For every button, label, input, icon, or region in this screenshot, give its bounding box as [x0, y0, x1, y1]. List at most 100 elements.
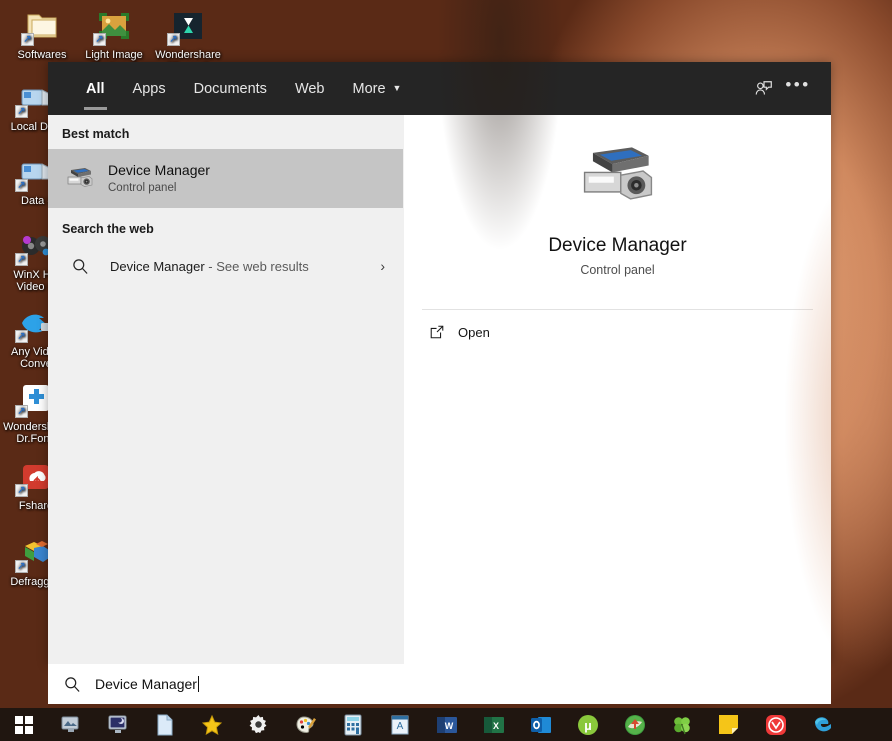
windows-icon — [12, 713, 36, 737]
feedback-icon[interactable] — [747, 72, 781, 106]
search-web-heading: Search the web — [48, 208, 403, 244]
search-icon — [62, 258, 98, 275]
clover-icon — [670, 713, 694, 737]
app-vivaldi[interactable] — [752, 708, 799, 741]
tab-label: Web — [295, 81, 325, 97]
app-photo-viewer[interactable] — [47, 708, 94, 741]
windows-search-flyout: All Apps Documents Web More ▼ ••• Best match — [48, 62, 831, 664]
search-input[interactable]: Device Manager — [48, 664, 831, 704]
shortcut-overlay-icon: ↗ — [15, 330, 28, 343]
shortcut-overlay-icon: ↗ — [15, 405, 28, 418]
idm-icon — [623, 713, 647, 737]
search-results-pane: Best match — [48, 115, 403, 664]
device-manager-icon — [62, 165, 98, 193]
app-utorrent[interactable]: µ — [564, 708, 611, 741]
tab-all[interactable]: All — [72, 65, 119, 112]
vivaldi-icon — [764, 713, 788, 737]
folder-icon: ↗ — [20, 6, 64, 46]
chevron-right-icon[interactable]: › — [380, 258, 389, 274]
tab-apps[interactable]: Apps — [119, 65, 180, 112]
app-settings[interactable] — [235, 708, 282, 741]
gear-icon — [247, 713, 271, 737]
tab-label: More — [353, 81, 386, 97]
result-text-block: Device Manager Control panel — [108, 162, 210, 196]
result-title: Device Manager — [108, 162, 210, 179]
start-button[interactable] — [0, 708, 47, 741]
shortcut-overlay-icon: ↗ — [15, 560, 28, 573]
text-cursor — [198, 676, 199, 692]
result-subtitle: Control panel — [108, 181, 210, 196]
svg-text:µ: µ — [584, 718, 592, 733]
app-notepad[interactable] — [141, 708, 188, 741]
svg-text:X: X — [492, 721, 498, 731]
document-icon — [153, 713, 177, 737]
word-icon: W — [435, 713, 459, 737]
shortcut-overlay-icon: ↗ — [15, 484, 28, 497]
preview-action-open[interactable]: Open — [404, 310, 831, 340]
preview-content: Device Manager Control panel — [404, 115, 831, 277]
web-result-row[interactable]: Device Manager - See web results › — [48, 244, 403, 288]
web-result-suffix: - See web results — [205, 259, 309, 274]
app-paint[interactable] — [282, 708, 329, 741]
preview-action-label: Open — [458, 325, 490, 340]
shortcut-overlay-icon: ↗ — [93, 33, 106, 46]
app-star-tool[interactable] — [188, 708, 235, 741]
sticky-icon — [717, 713, 741, 737]
tab-more[interactable]: More ▼ — [339, 65, 416, 112]
app-calculator[interactable] — [329, 708, 376, 741]
tab-label: Apps — [133, 81, 166, 97]
paint-icon — [294, 713, 318, 737]
svg-text:A: A — [396, 721, 403, 732]
app-clover[interactable] — [658, 708, 705, 741]
star-icon — [200, 713, 224, 737]
tab-documents[interactable]: Documents — [180, 65, 281, 112]
search-filter-tabbar: All Apps Documents Web More ▼ ••• — [48, 62, 831, 115]
best-match-heading: Best match — [48, 115, 403, 149]
taskbar: A W Xµ — [0, 708, 892, 741]
calculator-icon — [341, 713, 365, 737]
desktop-icon-softwares[interactable]: ↗ Softwares — [6, 6, 78, 61]
shortcut-overlay-icon: ↗ — [167, 33, 180, 46]
web-result-label: Device Manager - See web results — [110, 259, 380, 274]
preview-title: Device Manager — [404, 235, 831, 257]
shortcut-overlay-icon: ↗ — [15, 179, 28, 192]
shortcut-overlay-icon: ↗ — [15, 253, 28, 266]
preview-device-manager-icon — [574, 139, 662, 217]
filmora-icon: ↗ — [166, 6, 210, 46]
app-sticky-notes[interactable] — [705, 708, 752, 741]
web-result-query: Device Manager — [110, 259, 205, 274]
excel-icon: X — [482, 713, 506, 737]
monitor-b-icon — [106, 713, 130, 737]
app-word[interactable]: W — [423, 708, 470, 741]
app-wordpad[interactable]: A — [376, 708, 423, 741]
chevron-down-icon: ▼ — [393, 83, 402, 93]
app-excel[interactable]: X — [470, 708, 517, 741]
search-tabs: All Apps Documents Web More ▼ — [72, 65, 415, 112]
search-input-icon — [64, 676, 81, 693]
tab-label: Documents — [194, 81, 267, 97]
wordpad-icon: A — [388, 713, 412, 737]
monitor-a-icon — [59, 713, 83, 737]
search-input-value-wrap: Device Manager — [95, 676, 199, 692]
open-external-icon — [422, 324, 452, 340]
app-display-settings[interactable] — [94, 708, 141, 741]
result-device-manager[interactable]: Device Manager Control panel — [48, 149, 403, 208]
search-input-value: Device Manager — [95, 676, 197, 692]
utorrent-icon: µ — [576, 713, 600, 737]
desktop: ↗Softwares↗Light Image Resizer 6↗Wonders… — [0, 0, 892, 741]
tab-label: All — [86, 81, 105, 97]
preview-subtitle: Control panel — [404, 263, 831, 277]
desktop-icon-label: Softwares — [6, 49, 78, 61]
svg-text:W: W — [444, 721, 453, 731]
tab-web[interactable]: Web — [281, 65, 339, 112]
app-edge[interactable] — [799, 708, 846, 741]
more-options-glyph: ••• — [785, 75, 810, 102]
edge-icon — [811, 713, 835, 737]
app-outlook[interactable] — [517, 708, 564, 741]
search-preview-pane: Device Manager Control panel Open — [403, 115, 831, 664]
search-panes: Best match — [48, 115, 831, 664]
shortcut-overlay-icon: ↗ — [21, 33, 34, 46]
more-options-icon[interactable]: ••• — [781, 72, 815, 106]
app-idm[interactable] — [611, 708, 658, 741]
outlook-icon — [529, 713, 553, 737]
